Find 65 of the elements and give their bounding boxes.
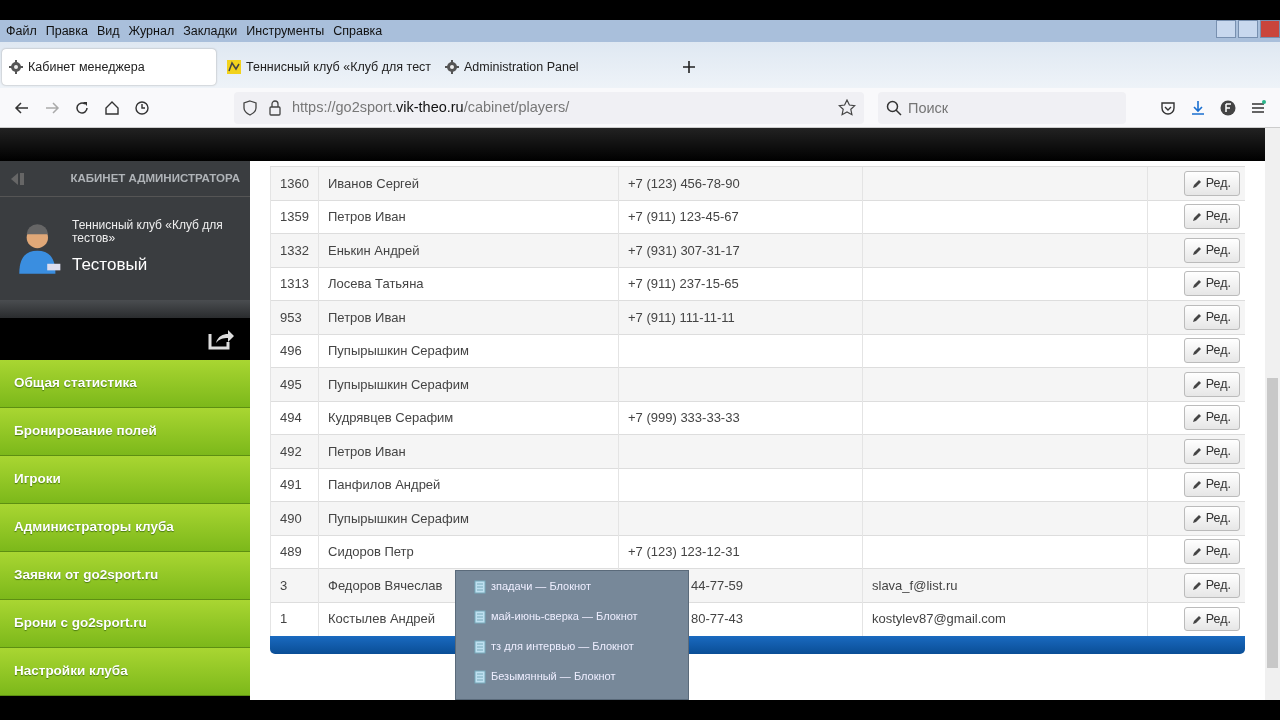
table-cell: Пупырышкин Серафим <box>318 367 619 401</box>
table-cell: Пупырышкин Серафим <box>318 501 619 535</box>
user-name: Тестовый <box>72 254 149 277</box>
edit-button[interactable]: Ред. <box>1183 438 1240 464</box>
table-cell: Кудрявцев Серафим <box>318 401 619 435</box>
menu-item[interactable]: Справка <box>333 21 383 41</box>
table-cell: 1359 <box>270 200 319 234</box>
edit-button[interactable]: Ред. <box>1183 505 1240 531</box>
search-field[interactable]: Поиск <box>878 91 1126 124</box>
browser-tab[interactable]: Теннисный клуб «Клуб для тест <box>220 49 434 85</box>
table-cell: 1360 <box>270 166 319 200</box>
menu-item[interactable]: Правка <box>45 21 88 41</box>
table-cell: Петров Иван <box>318 200 619 234</box>
table-cell: 495 <box>270 367 319 401</box>
table-cell: Лосева Татьяна <box>318 267 619 301</box>
table-cell: 490 <box>270 501 319 535</box>
table-cell: Пупырышкин Серафим <box>318 334 619 368</box>
club-name: Теннисный клуб «Клуб для тестов» <box>72 219 224 245</box>
table-cell: 1 <box>270 602 319 636</box>
table-cell: 953 <box>270 300 319 334</box>
table-cell: 1313 <box>270 267 319 301</box>
sidebar-title: КАБИНЕТ АДМИНИСТРАТОРА <box>70 170 240 186</box>
edit-button[interactable]: Ред. <box>1183 371 1240 397</box>
table-cell: +7 (123) 456-78-90 <box>618 166 863 200</box>
edit-button[interactable]: Ред. <box>1183 271 1240 297</box>
browser-tab[interactable]: Кабинет менеджера <box>2 49 216 85</box>
table-cell: +7 (931) 307-31-17 <box>618 233 863 267</box>
table-cell: 3 <box>270 568 319 602</box>
edit-button[interactable]: Ред. <box>1183 539 1240 565</box>
table-cell: slava_f@list.ru <box>862 568 1148 602</box>
edit-button[interactable]: Ред. <box>1183 237 1240 263</box>
table-cell: 1332 <box>270 233 319 267</box>
table-cell: Иванов Сергей <box>318 166 619 200</box>
table-cell: +7 (123) 123-12-31 <box>618 535 863 569</box>
edit-button[interactable]: Ред. <box>1183 405 1240 431</box>
table-cell: kostylev87@gmail.com <box>862 602 1148 636</box>
menu-item[interactable]: Закладки <box>183 21 238 41</box>
table-cell: 494 <box>270 401 319 435</box>
table-cell: 489 <box>270 535 319 569</box>
edit-button[interactable]: Ред. <box>1183 572 1240 598</box>
edit-button[interactable]: Ред. <box>1183 304 1240 330</box>
menu-item[interactable]: Файл <box>6 21 37 41</box>
browser-tab[interactable]: Administration Panel <box>438 49 652 85</box>
edit-button[interactable]: Ред. <box>1183 606 1240 632</box>
table-cell: Сидоров Петр <box>318 535 619 569</box>
table-cell: +7 (911) 111-11-11 <box>618 300 863 334</box>
edit-button[interactable]: Ред. <box>1183 338 1240 364</box>
address-field[interactable]: https://go2sport.vik-theo.ru/cabinet/players/ <box>234 91 864 124</box>
table-cell: 496 <box>270 334 319 368</box>
table-cell: +7 (999) 333-33-33 <box>618 401 863 435</box>
table-cell: +7 (911) 237-15-65 <box>618 267 863 301</box>
menu-item[interactable]: Журнал <box>128 21 175 41</box>
table-cell: Петров Иван <box>318 300 619 334</box>
table-cell: +7 (911) 123-45-67 <box>618 200 863 234</box>
table-cell: Петров Иван <box>318 434 619 468</box>
edit-button[interactable]: Ред. <box>1183 472 1240 498</box>
table-cell: Панфилов Андрей <box>318 468 619 502</box>
edit-button[interactable]: Ред. <box>1183 204 1240 230</box>
edit-button[interactable]: Ред. <box>1183 170 1240 196</box>
table-cell: 492 <box>270 434 319 468</box>
table-cell: Енькин Андрей <box>318 233 619 267</box>
url-text: https://go2sport.vik-theo.ru/cabinet/players/ <box>292 97 570 117</box>
menu-item[interactable]: Инструменты <box>246 21 325 41</box>
table-cell: 491 <box>270 468 319 502</box>
menu-item[interactable]: Вид <box>96 21 120 41</box>
